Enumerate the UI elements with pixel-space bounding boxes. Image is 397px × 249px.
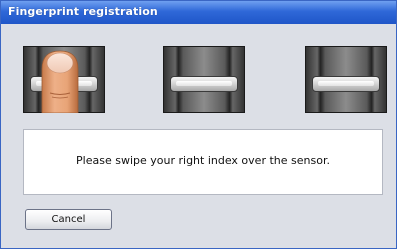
sensor-bar	[170, 76, 238, 92]
window-title: Fingerprint registration	[8, 5, 158, 18]
sensor-slot-1	[23, 46, 105, 113]
message-panel: Please swipe your right index over the s…	[23, 129, 383, 195]
sensor-slot-3	[305, 46, 387, 113]
cancel-button[interactable]: Cancel	[25, 209, 112, 230]
fingerprint-registration-dialog: Fingerprint registration Please swipe yo…	[0, 0, 397, 249]
instruction-message: Please swipe your right index over the s…	[76, 154, 330, 167]
sensor-slot-2	[163, 46, 245, 113]
finger-on-sensor-icon	[41, 50, 79, 113]
title-bar[interactable]: Fingerprint registration	[1, 1, 396, 24]
sensor-bar	[312, 76, 380, 92]
